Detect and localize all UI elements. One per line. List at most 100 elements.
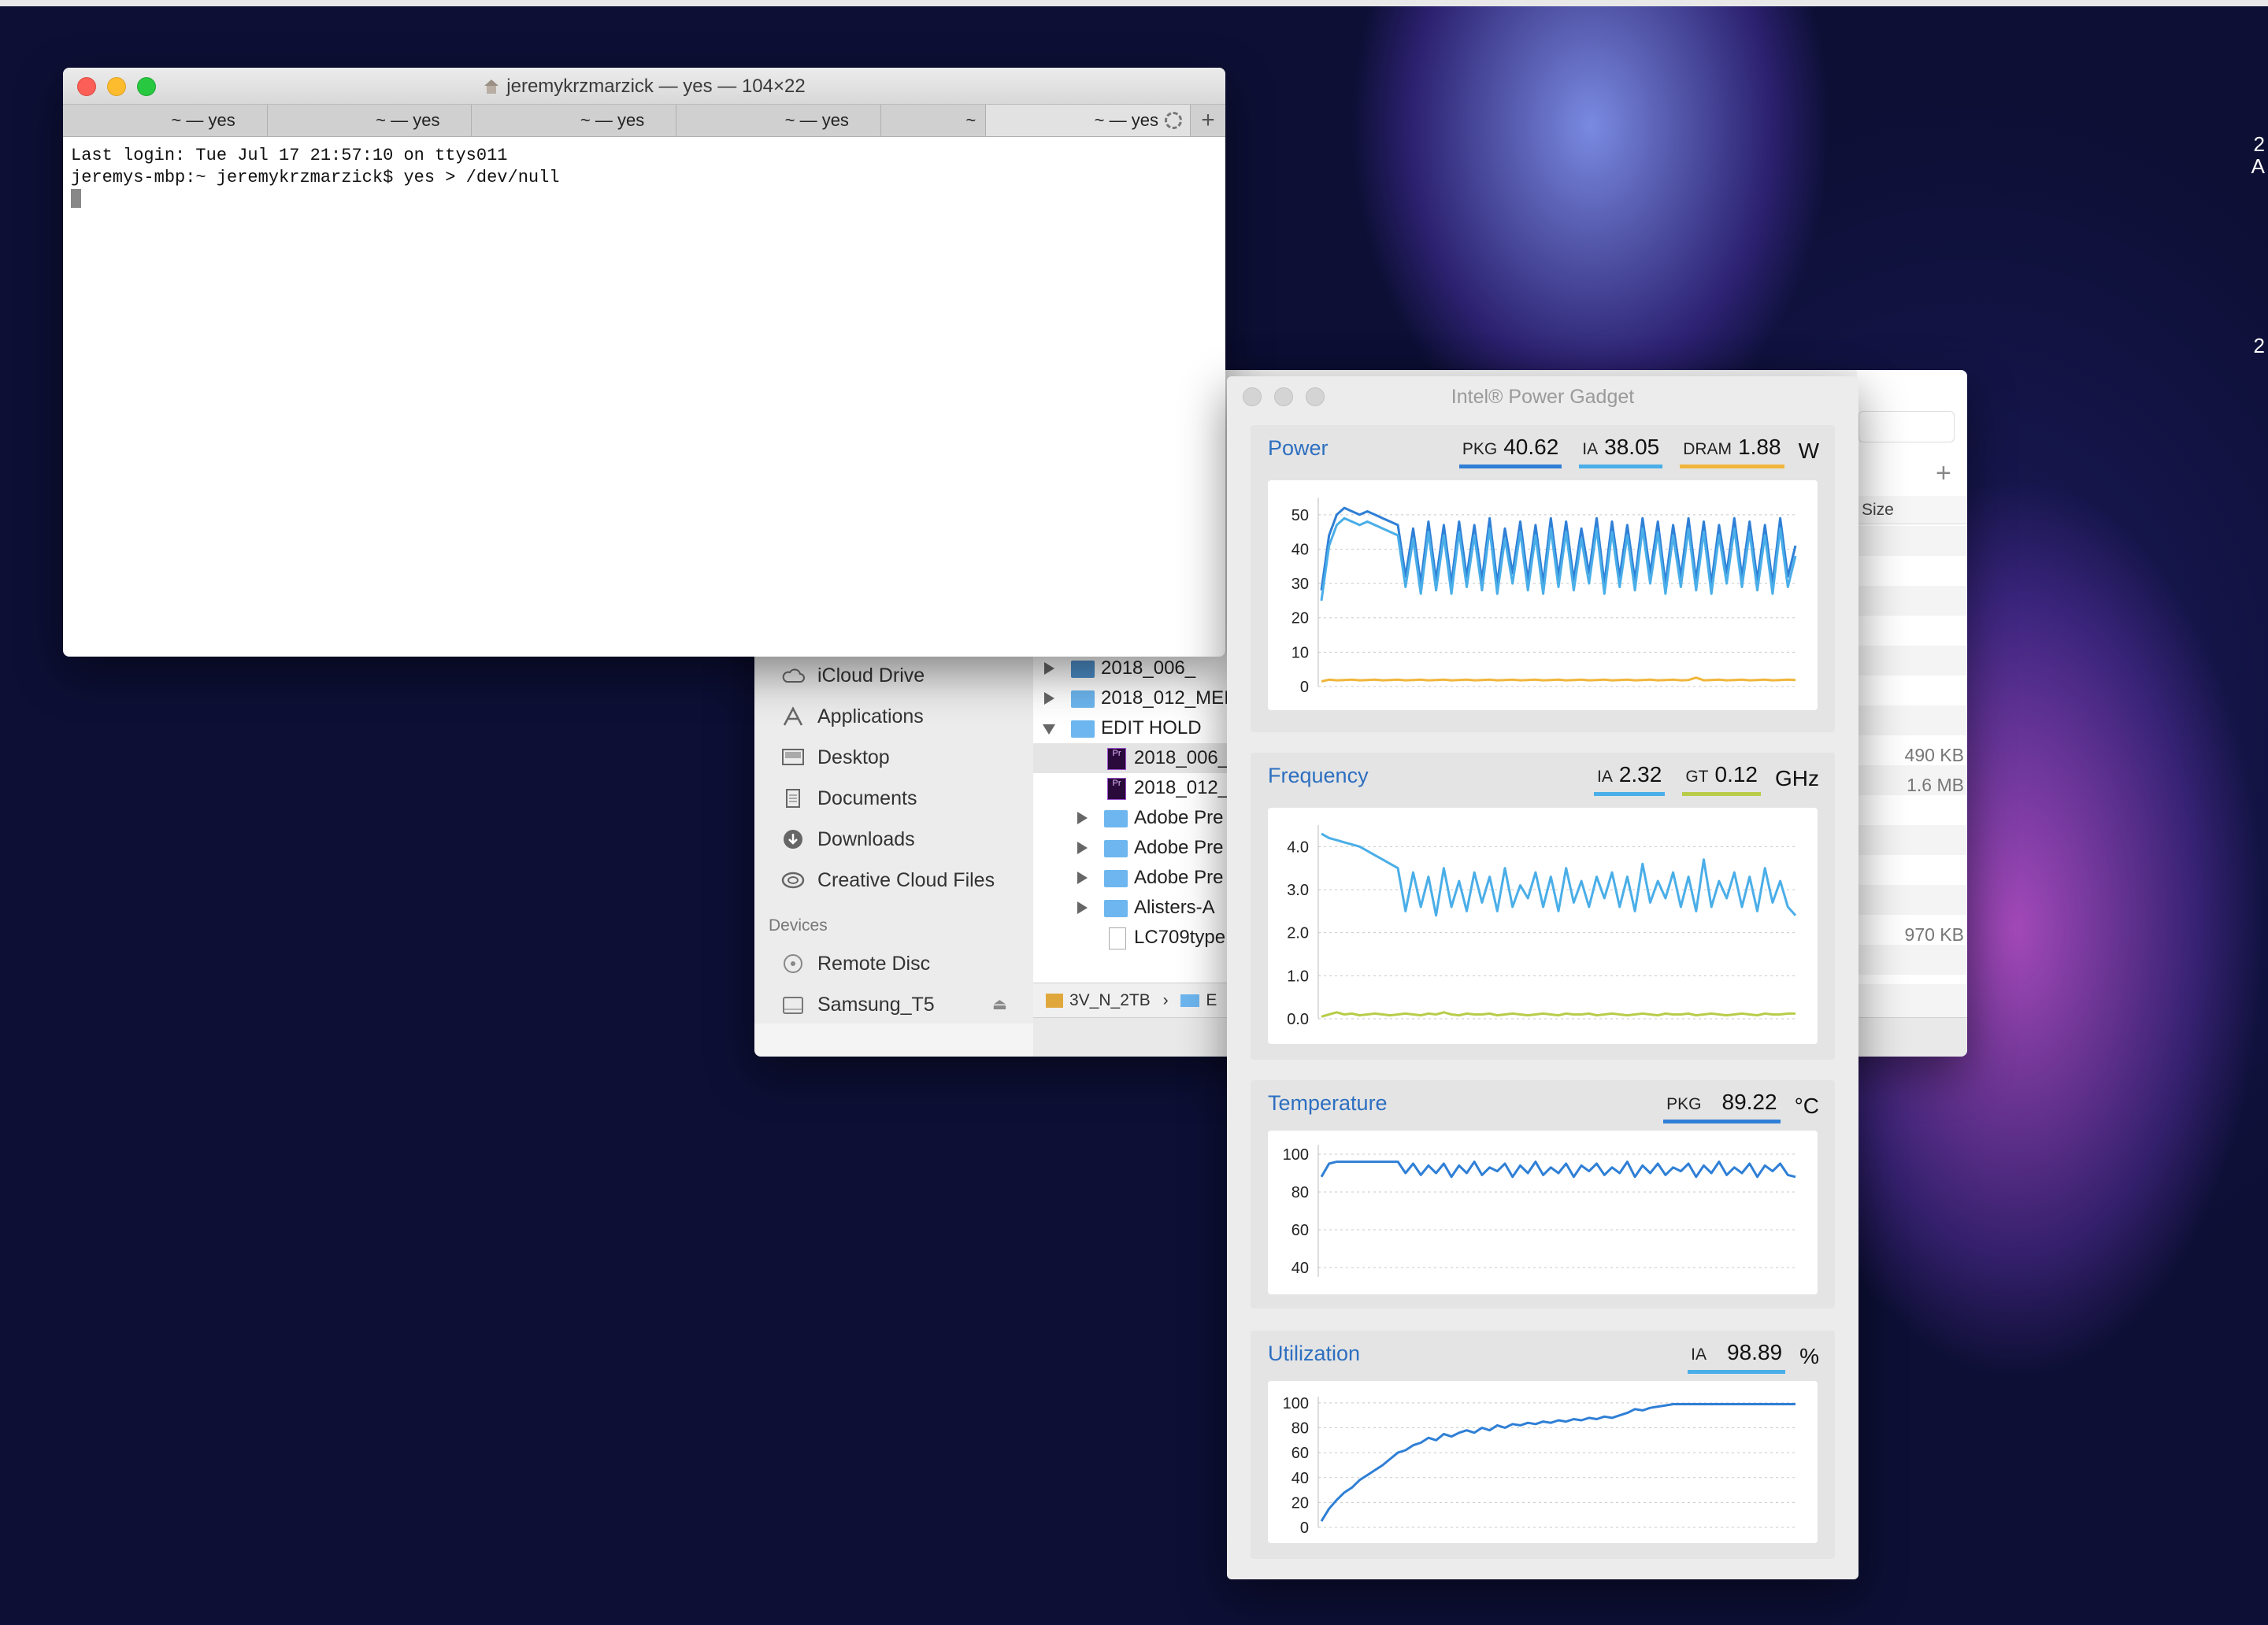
metric-label: IA	[1691, 1346, 1707, 1364]
metric-label: IA	[1582, 440, 1599, 458]
y-tick-label: 1.0	[1287, 968, 1309, 985]
series-line-ia	[1320, 1403, 1796, 1522]
metric-pkg: PKG 40.62	[1458, 435, 1562, 468]
frequency-panel: Frequency IA 2.32 GT 0.12 GHz 4.0 3.0 2.0 1.0…	[1251, 753, 1835, 1060]
sidebar-heading-devices: Devices	[769, 916, 828, 935]
path-segment[interactable]: 3V_N_2TB	[1069, 991, 1151, 1009]
utilization-chart: 100 80 60 40 20 0	[1268, 1381, 1818, 1543]
metric-unit: GHz	[1775, 766, 1819, 790]
cloud-icon	[781, 664, 805, 684]
premiere-file-icon: Pr	[1107, 748, 1126, 770]
metric-value: 2.32	[1618, 762, 1662, 787]
panel-title: Power	[1268, 436, 1329, 460]
sidebar-item-label: Applications	[817, 705, 924, 727]
terminal-line: jeremys-mbp:~ jeremykrzmarzick$ yes > /d…	[71, 168, 560, 187]
window-title-text: jeremykrzmarzick — yes — 104×22	[506, 76, 806, 97]
series-line-dram	[1321, 676, 1796, 683]
tab-terminal-2[interactable]: ~ — yes	[268, 105, 472, 136]
document-icon	[1109, 927, 1126, 949]
y-tick-label: 40	[1292, 1470, 1309, 1487]
downloads-icon	[781, 827, 805, 849]
metric-gt: GT 0.12	[1682, 762, 1761, 796]
metric-value: 38.05	[1604, 435, 1660, 459]
desktop-edge-text: 2	[2253, 132, 2265, 156]
power-metrics: PKG 40.62 IA 38.05 DRAM 1.88 W	[1442, 435, 1819, 468]
tab-terminal-6[interactable]: ~ — yes	[986, 105, 1191, 136]
y-tick-label: 60	[1292, 1445, 1309, 1462]
tab-terminal-5[interactable]: ~	[881, 105, 987, 136]
folder-icon	[1071, 690, 1095, 708]
metric-label: GT	[1685, 768, 1709, 786]
window-title: Intel® Power Gadget	[1451, 386, 1635, 408]
power-chart: 50 40 30 20 10 0	[1268, 480, 1818, 710]
tab-terminal-4[interactable]: ~ — yes	[676, 105, 881, 136]
sidebar-item-applications[interactable]: Applications	[781, 701, 924, 732]
terminal-titlebar[interactable]: jeremykrzmarzick — yes — 104×22	[63, 68, 1225, 105]
search-field[interactable]	[1858, 411, 1955, 442]
y-tick-label: 80	[1292, 1420, 1309, 1438]
window-title: jeremykrzmarzick — yes — 104×22	[63, 76, 1225, 98]
sidebar-item-remote-disc[interactable]: Remote Disc	[781, 948, 930, 979]
power-gadget-window[interactable]: Intel® Power Gadget Power PKG 40.62 IA 38.…	[1227, 376, 1858, 1579]
desktop-edge-text: A	[2251, 154, 2265, 178]
terminal-window[interactable]: jeremykrzmarzick — yes — 104×22 ~ — yes …	[63, 68, 1225, 657]
frequency-metrics: IA 2.32 GT 0.12 GHz	[1577, 762, 1819, 796]
y-tick-label: 40	[1292, 1260, 1309, 1277]
metric-unit: %	[1799, 1344, 1819, 1368]
y-tick-label: 40	[1292, 541, 1309, 558]
metric-value: 89.22	[1721, 1090, 1777, 1114]
sidebar-item-icloud-drive[interactable]: iCloud Drive	[781, 660, 925, 691]
tab-terminal-1[interactable]: ~ — yes	[63, 105, 268, 136]
activity-spinner-icon	[1164, 112, 1182, 129]
metric-dram: DRAM 1.88	[1680, 435, 1784, 468]
tab-terminal-3[interactable]: ~ — yes	[472, 105, 677, 136]
sidebar-item-label: Downloads	[817, 828, 915, 850]
y-tick-label: 20	[1292, 610, 1309, 627]
y-tick-label: 10	[1292, 644, 1309, 661]
sidebar-item-label: Documents	[817, 787, 917, 809]
frequency-chart: 4.0 3.0 2.0 1.0 0.0	[1268, 808, 1818, 1044]
metric-label: IA	[1596, 768, 1613, 786]
sidebar-item-documents[interactable]: Documents	[781, 783, 917, 814]
premiere-file-icon: Pr	[1107, 778, 1126, 800]
folder-icon	[1104, 810, 1128, 827]
disc-icon	[781, 952, 805, 973]
frequency-chart-svg: 4.0 3.0 2.0 1.0 0.0	[1287, 825, 1797, 1028]
sidebar-item-desktop[interactable]: Desktop	[781, 742, 890, 773]
list-item-name: 2018_012_MEI	[1101, 687, 1229, 709]
sidebar-item-label: iCloud Drive	[817, 664, 925, 687]
utilization-panel: Utilization IA 98.89 % 100 80 60 40 20 0	[1251, 1331, 1835, 1559]
series-line-gt	[1321, 1011, 1796, 1018]
add-icon[interactable]: +	[1936, 458, 1951, 489]
metric-unit: W	[1798, 439, 1819, 463]
gadget-titlebar[interactable]: Intel® Power Gadget	[1227, 376, 1858, 417]
new-tab-button[interactable]: +	[1191, 105, 1225, 136]
path-segment[interactable]: E	[1206, 991, 1217, 1009]
list-item-name: 2018_006_	[1134, 747, 1229, 768]
list-item-name: Alisters-A	[1134, 897, 1215, 918]
metric-value: 1.88	[1738, 435, 1781, 459]
eject-icon[interactable]: ⏏	[992, 989, 1007, 1020]
y-tick-label: 30	[1292, 576, 1309, 593]
list-item-name: 2018_006_	[1101, 657, 1196, 679]
metric-label: DRAM	[1683, 440, 1732, 458]
metric-pkg: PKG 89.22	[1663, 1090, 1781, 1123]
sidebar-item-creative-cloud-files[interactable]: Creative Cloud Files	[781, 864, 995, 896]
size-cell: 1.6 MB	[1907, 775, 1964, 795]
finder-sidebar: iCloud Drive Applications Desktop Docume…	[754, 653, 1034, 1023]
series-line-pkg	[1320, 1160, 1796, 1179]
y-tick-label: 20	[1292, 1494, 1309, 1512]
drive-icon	[1046, 994, 1063, 1008]
metric-value: 40.62	[1503, 435, 1559, 459]
panel-title: Frequency	[1268, 764, 1369, 787]
size-column-header[interactable]: Size	[1857, 496, 1967, 524]
sidebar-item-samsung-t5[interactable]: Samsung_T5 ⏏	[781, 989, 1007, 1020]
y-tick-label: 4.0	[1287, 838, 1309, 856]
creative-cloud-icon	[781, 868, 805, 889]
terminal-output[interactable]: Last login: Tue Jul 17 21:57:10 on ttys0…	[63, 137, 1225, 220]
y-tick-label: 0	[1300, 1520, 1309, 1537]
sidebar-item-downloads[interactable]: Downloads	[781, 824, 915, 855]
y-tick-label: 80	[1292, 1184, 1309, 1201]
desktop-edge-text: 2	[2253, 334, 2265, 357]
power-chart-svg: 50 40 30 20 10 0	[1292, 498, 1797, 696]
